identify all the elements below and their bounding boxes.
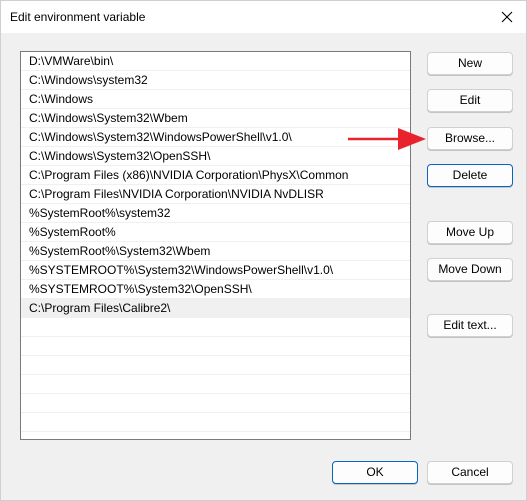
- path-list[interactable]: D:\VMWare\bin\ C:\Windows\system32 C:\Wi…: [20, 51, 411, 440]
- edit-button[interactable]: Edit: [427, 89, 513, 112]
- list-item[interactable]: %SystemRoot%\System32\Wbem: [21, 242, 410, 261]
- list-item-text: C:\Windows\system32: [29, 73, 148, 87]
- empty-row[interactable]: [21, 432, 410, 439]
- edit-text-button[interactable]: Edit text...: [427, 314, 513, 337]
- move-up-button[interactable]: Move Up: [427, 221, 513, 244]
- list-item-text: %SYSTEMROOT%\System32\OpenSSH\: [29, 282, 252, 296]
- empty-row[interactable]: [21, 375, 410, 394]
- list-item-text: C:\Program Files (x86)\NVIDIA Corporatio…: [29, 168, 349, 182]
- list-item[interactable]: C:\Program Files (x86)\NVIDIA Corporatio…: [21, 166, 410, 185]
- list-item-text: C:\Windows: [29, 92, 94, 106]
- list-item[interactable]: C:\Windows\system32: [21, 71, 410, 90]
- list-item[interactable]: %SYSTEMROOT%\System32\WindowsPowerShell\…: [21, 261, 410, 280]
- list-item-text: C:\Program Files\NVIDIA Corporation\NVID…: [29, 187, 324, 201]
- empty-row[interactable]: [21, 394, 410, 413]
- empty-row[interactable]: [21, 356, 410, 375]
- delete-button[interactable]: Delete: [427, 164, 513, 187]
- cancel-button[interactable]: Cancel: [427, 461, 513, 484]
- list-item-text: C:\Windows\System32\WindowsPowerShell\v1…: [29, 130, 292, 144]
- list-item[interactable]: D:\VMWare\bin\: [21, 52, 410, 71]
- ok-button[interactable]: OK: [332, 461, 418, 484]
- window-title: Edit environment variable: [10, 10, 146, 24]
- red-arrow-icon: [348, 128, 426, 150]
- close-button[interactable]: [488, 1, 526, 33]
- list-item[interactable]: C:\Windows\System32\Wbem: [21, 109, 410, 128]
- list-item[interactable]: C:\Program Files\Calibre2\: [21, 299, 410, 318]
- list-item-text: D:\VMWare\bin\: [29, 54, 114, 68]
- move-down-button[interactable]: Move Down: [427, 258, 513, 281]
- list-item[interactable]: %SystemRoot%: [21, 223, 410, 242]
- list-item[interactable]: C:\Program Files\NVIDIA Corporation\NVID…: [21, 185, 410, 204]
- list-item[interactable]: C:\Windows: [21, 90, 410, 109]
- list-item-text: C:\Windows\System32\OpenSSH\: [29, 149, 211, 163]
- list-item-text: C:\Program Files\Calibre2\: [29, 301, 171, 315]
- list-item-text: %SystemRoot%\System32\Wbem: [29, 244, 211, 258]
- dialog-window: Edit environment variable D:\VMWare\bin\…: [0, 0, 527, 501]
- list-item-text: %SystemRoot%\system32: [29, 206, 171, 220]
- title-bar: Edit environment variable: [1, 1, 526, 33]
- empty-row[interactable]: [21, 337, 410, 356]
- list-item-text: %SYSTEMROOT%\System32\WindowsPowerShell\…: [29, 263, 334, 277]
- empty-row[interactable]: [21, 413, 410, 432]
- list-item-text: C:\Windows\System32\Wbem: [29, 111, 188, 125]
- list-item[interactable]: %SystemRoot%\system32: [21, 204, 410, 223]
- browse-button[interactable]: Browse...: [427, 127, 513, 150]
- list-item-text: %SystemRoot%: [29, 225, 116, 239]
- list-item[interactable]: %SYSTEMROOT%\System32\OpenSSH\: [21, 280, 410, 299]
- close-icon: [501, 11, 513, 23]
- empty-row[interactable]: [21, 318, 410, 337]
- new-button[interactable]: New: [427, 52, 513, 75]
